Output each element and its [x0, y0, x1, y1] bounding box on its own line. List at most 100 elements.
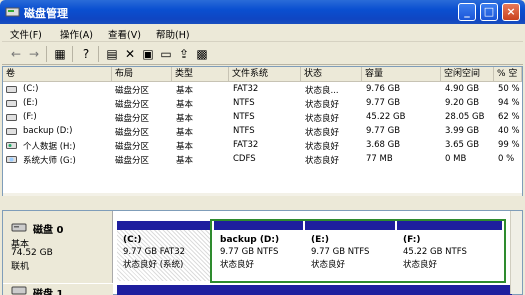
table-row[interactable]: 系统大师 (G:) 磁盘分区 基本 CDFS 状态良好 77 MB 0 MB 0… [3, 153, 522, 167]
toolbar-separator [46, 46, 47, 62]
col-header-type[interactable]: 类型 [172, 67, 229, 82]
pane-splitter[interactable] [0, 196, 525, 210]
table-row[interactable]: backup (D:) 磁盘分区 基本 NTFS 状态良好 9.77 GB 3.… [3, 125, 522, 139]
table-row[interactable]: (C:) 磁盘分区 基本 FAT32 状态良... 9.76 GB 4.90 G… [3, 83, 522, 97]
col-header-filesystem[interactable]: 文件系统 [229, 67, 301, 82]
table-row[interactable]: (E:) 磁盘分区 基本 NTFS 状态良好 9.77 GB 9.20 GB 9… [3, 97, 522, 111]
partition-e[interactable]: (E:) 9.77 GB NTFS 状态良好 [305, 221, 395, 281]
properties-icon[interactable]: ▤ [104, 46, 120, 62]
help-icon[interactable]: ? [78, 46, 94, 62]
open-folder-icon[interactable]: ▭ [158, 46, 174, 62]
cell-percent-free: 50 % [498, 84, 520, 94]
cell-type: 基本 [176, 128, 194, 138]
disk-size: 74.52 GB [11, 248, 53, 258]
disk-name: 磁盘 1 [33, 289, 64, 295]
col-header-capacity[interactable]: 容量 [362, 67, 441, 82]
cell-type: 基本 [176, 100, 194, 110]
menu-bar: 文件(F) 操作(A) 查看(V) 帮助(H) [2, 24, 523, 42]
cell-capacity: 9.77 GB [366, 126, 401, 136]
col-header-volume[interactable]: 卷 [3, 67, 112, 82]
vertical-scrollbar[interactable] [510, 211, 522, 294]
cell-volume: 个人数据 (H:) [23, 142, 76, 152]
volume-icon [6, 100, 17, 107]
table-row[interactable]: (F:) 磁盘分区 基本 NTFS 状态良好 45.22 GB 28.05 GB… [3, 111, 522, 125]
new-icon[interactable]: ▣ [140, 46, 156, 62]
disk-status: 联机 [11, 262, 30, 272]
col-header-status[interactable]: 状态 [301, 67, 362, 82]
partition-status: 状态良好 [220, 260, 255, 270]
cell-volume: 系统大师 (G:) [23, 156, 76, 166]
console-tree-icon[interactable]: ▦ [52, 46, 68, 62]
cell-layout: 磁盘分区 [115, 100, 150, 110]
cell-volume: (F:) [23, 112, 37, 122]
toolbar-separator [72, 46, 73, 62]
cell-free-space: 3.99 GB [445, 126, 480, 136]
menu-action[interactable]: 操作(A) [60, 27, 93, 41]
partition-f[interactable]: (F:) 45.22 GB NTFS 状态良好 [397, 221, 502, 281]
cell-percent-free: 40 % [498, 126, 520, 136]
cell-filesystem: FAT32 [233, 140, 259, 150]
volume-list[interactable]: 卷 布局 类型 文件系统 状态 容量 空闲空间 % 空 (C:) 磁盘分区 基本… [2, 66, 523, 197]
disk-name: 磁盘 0 [33, 225, 64, 236]
col-header-layout[interactable]: 布局 [112, 67, 172, 82]
partition-c[interactable]: (C:) 9.77 GB FAT32 状态良好 (系统) [117, 221, 210, 281]
partition-info: 9.77 GB NTFS [220, 247, 279, 257]
title-bar[interactable]: 磁盘管理 _ □ × [0, 0, 525, 24]
cell-status: 状态良好 [305, 128, 340, 138]
cell-capacity: 9.77 GB [366, 98, 401, 108]
partition-name: (E:) [311, 235, 329, 245]
col-header-free-space[interactable]: 空闲空间 [441, 67, 494, 82]
menu-help[interactable]: 帮助(H) [156, 27, 190, 41]
partition-status: 状态良好 [311, 260, 346, 270]
cell-status: 状态良好 [305, 142, 340, 152]
cd-drive-icon [6, 156, 17, 163]
cell-percent-free: 94 % [498, 98, 520, 108]
maximize-button[interactable]: □ [480, 3, 498, 21]
cell-free-space: 3.65 GB [445, 140, 480, 150]
cell-capacity: 45.22 GB [366, 112, 406, 122]
disk-0-label[interactable]: 磁盘 0 基本 74.52 GB 联机 [3, 211, 113, 283]
cell-free-space: 28.05 GB [445, 112, 485, 122]
volume-icon [6, 86, 17, 93]
cell-volume: (C:) [23, 84, 39, 94]
partition-bar [117, 221, 210, 230]
minimize-button[interactable]: _ [458, 3, 476, 21]
cell-capacity: 77 MB [366, 154, 393, 164]
partition-name: backup (D:) [220, 235, 280, 245]
volume-icon [6, 114, 17, 121]
partition-info: 45.22 GB NTFS [403, 247, 467, 257]
cell-percent-free: 0 % [498, 154, 515, 164]
forward-arrow-icon[interactable]: → [26, 46, 42, 62]
delete-icon[interactable]: ✕ [122, 46, 138, 62]
partition-info: 9.77 GB FAT32 [123, 247, 186, 257]
settings-icon[interactable]: ▩ [194, 46, 210, 62]
disk-1-label[interactable]: 磁盘 1 [3, 284, 113, 295]
menu-file[interactable]: 文件(F) [10, 27, 42, 41]
table-row[interactable]: 个人数据 (H:) 磁盘分区 基本 FAT32 状态良好 3.68 GB 3.6… [3, 139, 522, 153]
volume-icon [6, 128, 17, 135]
partition-bar [305, 221, 395, 230]
volume-icon [6, 142, 17, 149]
export-icon[interactable]: ⇪ [176, 46, 192, 62]
cell-layout: 磁盘分区 [115, 142, 150, 152]
menu-view[interactable]: 查看(V) [108, 27, 141, 41]
disk-1-partition-bar[interactable] [117, 285, 512, 295]
partition-d[interactable]: backup (D:) 9.77 GB NTFS 状态良好 [214, 221, 303, 281]
close-button[interactable]: × [502, 3, 520, 21]
disk-graphical-view: 磁盘 0 基本 74.52 GB 联机 (C:) 9.77 GB FAT32 状… [2, 210, 523, 295]
cell-filesystem: NTFS [233, 126, 255, 136]
back-arrow-icon[interactable]: ← [8, 46, 24, 62]
cell-type: 基本 [176, 142, 194, 152]
col-header-percent-free[interactable]: % 空 [494, 67, 522, 82]
cell-filesystem: FAT32 [233, 84, 259, 94]
hard-disk-icon [11, 286, 27, 295]
partition-bar [214, 221, 303, 230]
cell-filesystem: NTFS [233, 98, 255, 108]
cell-capacity: 3.68 GB [366, 140, 401, 150]
cell-type: 基本 [176, 156, 194, 166]
partition-info: 9.77 GB NTFS [311, 247, 370, 257]
partition-bar [397, 221, 502, 230]
window-title: 磁盘管理 [24, 7, 68, 20]
cell-type: 基本 [176, 86, 194, 96]
cell-layout: 磁盘分区 [115, 86, 150, 96]
